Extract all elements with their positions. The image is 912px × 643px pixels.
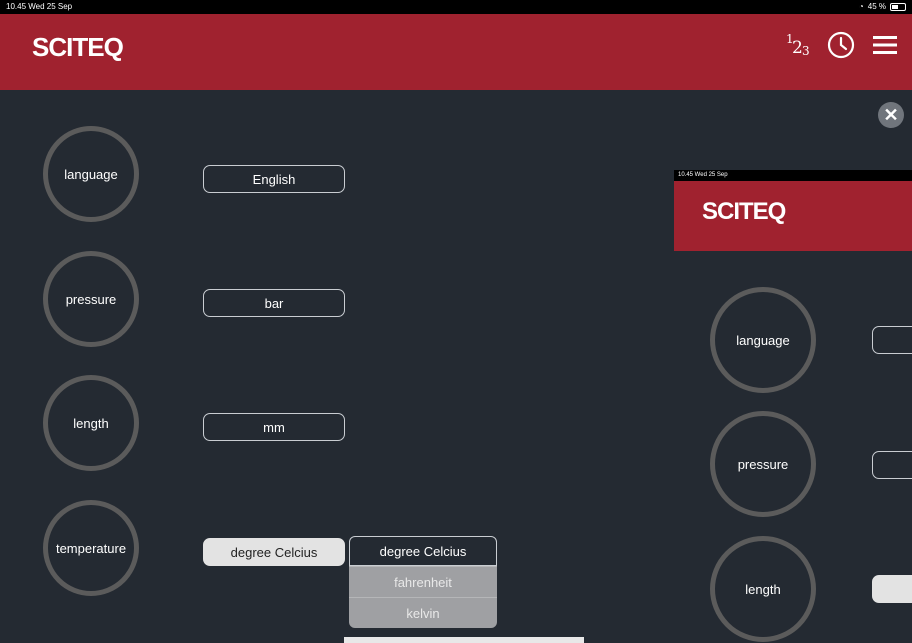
status-indicators: ◔ 45 %	[859, 0, 906, 14]
pressure-select[interactable]: bar	[203, 289, 345, 317]
close-icon[interactable]: ✕	[878, 102, 904, 128]
length-select[interactable]: mm	[203, 413, 345, 441]
preview-language-select	[872, 326, 912, 354]
pressure-circle: pressure	[43, 251, 139, 347]
preview-pressure-circle: pressure	[710, 411, 816, 517]
preview-pressure-select	[872, 451, 912, 479]
status-time: 10.45 Wed 25 Sep	[6, 2, 73, 11]
battery-percent: 45 %	[867, 2, 886, 11]
length-circle: length	[43, 375, 139, 471]
preview-length-select	[872, 575, 912, 603]
dropdown-option-fahrenheit[interactable]: fahrenheit	[349, 566, 497, 597]
preview-header: SCITEQ	[674, 181, 912, 251]
temperature-dropdown: degree Celcius fahrenheit kelvin	[349, 536, 497, 628]
clock-icon[interactable]	[826, 30, 856, 60]
header-actions: 1 2 3	[782, 30, 900, 60]
preview-length-circle: length	[710, 536, 816, 642]
preview-brand: SCITEQ	[702, 198, 786, 225]
wifi-icon: ◔	[858, 2, 864, 11]
bottom-bar	[344, 637, 584, 643]
hamburger-menu-icon[interactable]	[870, 30, 900, 60]
battery-icon	[890, 3, 906, 11]
screenshot-preview[interactable]: 10.45 Wed 25 Sep SCITEQ language pressur…	[674, 170, 912, 643]
dropdown-option-degree-celcius[interactable]: degree Celcius	[349, 536, 497, 566]
app-brand: SCITEQ	[32, 32, 124, 62]
app-header: SCITEQ 1 2 3	[0, 14, 912, 90]
temperature-select[interactable]: degree Celcius	[203, 538, 345, 566]
preview-status-time: 10.45 Wed 25 Sep	[674, 170, 912, 181]
status-bar: 10.45 Wed 25 Sep ◔ 45 %	[0, 0, 912, 14]
temperature-circle: temperature	[43, 500, 139, 596]
numbering-icon[interactable]: 1 2 3	[782, 30, 812, 60]
dropdown-option-kelvin[interactable]: kelvin	[349, 597, 497, 628]
language-circle: language	[43, 126, 139, 222]
preview-language-circle: language	[710, 287, 816, 393]
language-select[interactable]: English	[203, 165, 345, 193]
